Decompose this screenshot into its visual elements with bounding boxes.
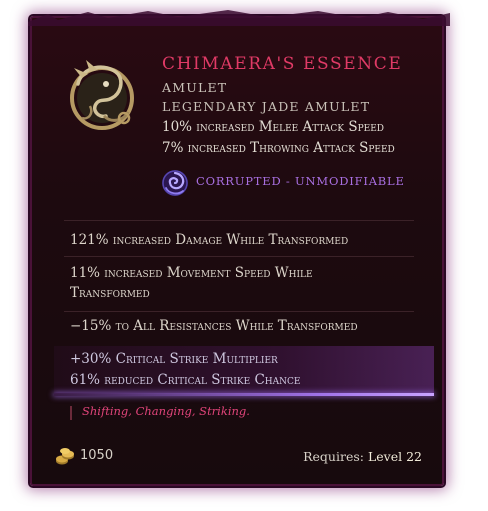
affix-divider [64, 311, 414, 312]
gold-coins-icon [56, 448, 74, 465]
implicit-stat: 10% increased Melee Attack Speed [162, 119, 384, 135]
lore-text: Shifting, Changing, Striking. [82, 404, 250, 418]
item-subtype: Amulet [162, 80, 228, 95]
affix-divider [64, 256, 414, 257]
gold-value: 1050 [80, 448, 114, 463]
sealed-affix-glow-line [54, 393, 434, 396]
item-tooltip: Chimaera's Essence Amulet Legendary Jade… [28, 10, 450, 486]
frame-crest-ornament [28, 10, 450, 26]
lore-marker [70, 406, 72, 420]
corrupted-status: Corrupted - Unmodifiable [196, 174, 405, 188]
affix-stat: 121% increased Damage While Transformed [70, 232, 349, 248]
chimaera-amulet-icon [70, 60, 134, 130]
requires-label: Requires: [303, 449, 364, 464]
required-level: Level 22 [367, 449, 422, 464]
sealed-affix-stat: 61% reduced Critical Strike Chance [70, 372, 301, 388]
affix-stat: −15% to All Resistances While Transforme… [70, 318, 358, 334]
section-divider [64, 220, 414, 221]
affix-stat: 11% increased Movement Speed While Trans… [70, 265, 313, 301]
item-name: Chimaera's Essence [162, 54, 403, 74]
implicit-stat: 7% increased Throwing Attack Speed [162, 140, 395, 156]
item-base-type: Legendary Jade Amulet [162, 99, 371, 114]
sealed-affix-stat: +30% Critical Strike Multiplier [70, 351, 278, 367]
level-requirement: Requires: Level 22 [303, 449, 422, 464]
corruption-vortex-icon [162, 170, 188, 196]
